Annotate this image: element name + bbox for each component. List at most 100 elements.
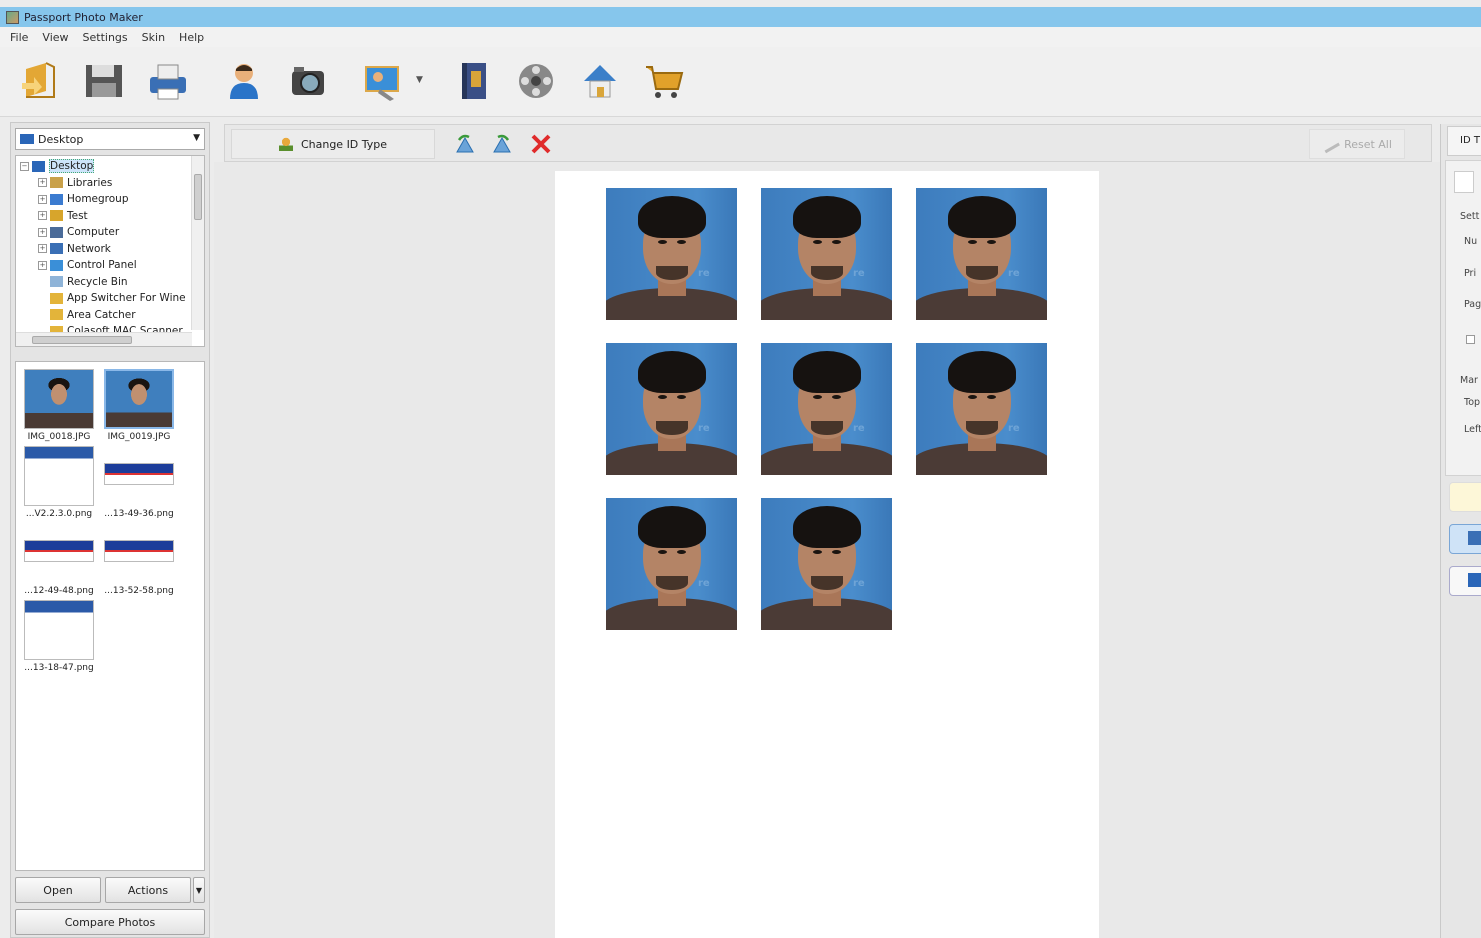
photo-beard (811, 421, 843, 435)
scroll-thumb[interactable] (194, 174, 202, 220)
photo-eye (987, 240, 996, 244)
save-action-button[interactable] (1449, 566, 1481, 596)
page-label: Pag (1464, 299, 1481, 310)
expand-icon[interactable]: + (38, 194, 47, 204)
photo-eye (813, 395, 822, 399)
expand-icon[interactable]: + (38, 244, 47, 253)
print-action-button[interactable] (1449, 524, 1481, 554)
tree-item[interactable]: Recycle Bin (38, 274, 128, 290)
menu-settings[interactable]: Settings (83, 31, 128, 44)
settings-checkbox[interactable] (1466, 335, 1475, 344)
rotate-left-icon[interactable] (453, 132, 477, 156)
thumbnail-caption: ...13-18-47.png (24, 663, 94, 673)
print-button[interactable] (140, 53, 196, 109)
tree-item[interactable]: App Switcher For Wine (38, 290, 186, 306)
person-button[interactable] (216, 53, 272, 109)
folder-icon (32, 160, 45, 172)
app-window: Passport Photo Maker File View Settings … (0, 0, 1481, 938)
video-button[interactable] (508, 53, 564, 109)
photo-edit-dropdown-icon[interactable]: ▼ (416, 75, 423, 85)
folder-select[interactable]: Desktop ▼ (15, 128, 205, 150)
expand-icon[interactable]: + (38, 178, 47, 187)
photo-eye (987, 395, 996, 399)
tree-item[interactable]: + Test (38, 208, 88, 224)
reset-all-button[interactable]: Reset All (1309, 129, 1405, 159)
passport-photo[interactable]: re (606, 498, 737, 630)
tree-item[interactable]: + Control Panel (38, 257, 137, 273)
photo-watermark: re (853, 268, 865, 279)
center-toolbar: Change ID Type Reset All (224, 124, 1432, 162)
menu-help[interactable]: Help (179, 31, 204, 44)
expand-icon[interactable]: − (20, 161, 29, 171)
tree-item-label: Desktop (49, 159, 95, 173)
tab-id-type[interactable]: ID T (1447, 126, 1481, 156)
print-icon (1468, 531, 1481, 545)
menu-view[interactable]: View (42, 31, 68, 44)
photo-thumbnail[interactable]: IMG_0018.JPG (20, 366, 98, 444)
change-id-type-button[interactable]: Change ID Type (231, 129, 435, 159)
photo-beard (656, 266, 688, 280)
tree-vertical-scrollbar[interactable] (191, 156, 204, 330)
photo-watermark: re (1008, 268, 1020, 279)
help-book-icon (462, 63, 486, 99)
folder-icon (50, 292, 63, 304)
tree-item[interactable]: + Homegroup (38, 191, 129, 207)
scroll-thumb[interactable] (32, 336, 132, 344)
actions-dropdown-button[interactable]: ▼ (193, 877, 205, 903)
tree-item-label: App Switcher For Wine (67, 292, 186, 304)
id-type-icon (278, 137, 293, 151)
thumbnail-list: IMG_0018.JPG IMG_0019.JPG ...V2.2.3.0.png.… (15, 361, 205, 871)
expand-icon[interactable]: + (38, 260, 47, 270)
home-button[interactable] (572, 53, 628, 109)
save-button[interactable] (76, 53, 132, 109)
rotate-right-icon[interactable] (490, 132, 514, 156)
passport-photo[interactable]: re (761, 498, 892, 630)
menu-file[interactable]: File (10, 31, 28, 44)
person-icon (230, 64, 258, 99)
photo-thumbnail[interactable]: ...13-18-47.png (20, 597, 98, 675)
expand-icon[interactable]: + (38, 211, 47, 220)
photo-hair (638, 351, 706, 393)
tree-horizontal-scrollbar[interactable] (16, 332, 192, 346)
thumbnail-caption: IMG_0019.JPG (107, 432, 171, 442)
compare-photos-button[interactable]: Compare Photos (15, 909, 205, 935)
camera-button[interactable] (280, 53, 336, 109)
passport-photo[interactable]: re (606, 343, 737, 475)
photo-watermark: re (853, 578, 865, 589)
preview-area: re re re re re re re re (214, 162, 1440, 938)
open-button[interactable] (12, 53, 68, 109)
actions-button[interactable]: Actions (105, 877, 191, 903)
help-book-button[interactable] (446, 53, 502, 109)
tree-item[interactable]: + Computer (38, 224, 119, 240)
tree-item-label: Computer (67, 226, 120, 238)
passport-photo[interactable]: re (916, 343, 1047, 475)
passport-photo[interactable]: re (761, 188, 892, 320)
expand-icon[interactable]: + (38, 227, 47, 237)
passport-photo[interactable]: re (606, 188, 737, 320)
photo-eye (813, 550, 822, 554)
photo-edit-button[interactable] (354, 53, 410, 109)
photo-eye (968, 240, 977, 244)
tree-item-label: Area Catcher (67, 308, 136, 321)
photo-watermark: re (698, 268, 710, 279)
tree-item[interactable]: + Libraries (38, 175, 112, 191)
open-photo-button[interactable]: Open (15, 877, 101, 903)
tree-item[interactable]: − Desktop (20, 158, 95, 174)
photo-thumbnail[interactable]: IMG_0019.JPG (100, 366, 178, 444)
tree-item[interactable]: + Network (38, 241, 111, 257)
photo-thumbnail[interactable]: ...V2.2.3.0.png (20, 443, 98, 521)
photo-thumbnail[interactable]: ...13-52-58.png (100, 520, 178, 598)
folder-tree: − Desktop + Libraries + Homegroup + Test + Comput… (15, 155, 205, 347)
photo-watermark: re (698, 423, 710, 434)
cart-button[interactable] (636, 53, 692, 109)
photo-hair (948, 196, 1016, 238)
tree-item[interactable]: Area Catcher (38, 307, 136, 323)
delete-icon[interactable] (529, 132, 553, 156)
passport-photo[interactable]: re (916, 188, 1047, 320)
photo-thumbnail[interactable]: ...13-49-36.png (100, 443, 178, 521)
save-icon (1468, 573, 1481, 587)
thumbnail-caption: ...V2.2.3.0.png (25, 509, 93, 519)
menu-skin[interactable]: Skin (142, 31, 165, 44)
photo-thumbnail[interactable]: ...12-49-48.png (20, 520, 98, 598)
passport-photo[interactable]: re (761, 343, 892, 475)
